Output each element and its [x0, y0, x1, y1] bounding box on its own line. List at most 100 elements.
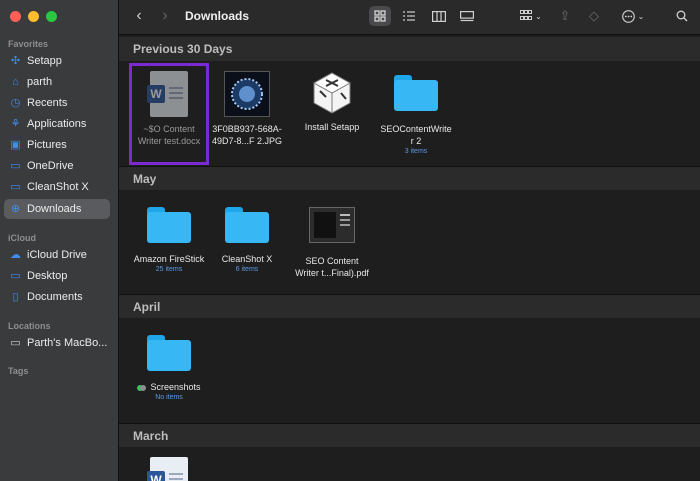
search-button[interactable]	[674, 6, 690, 26]
more-actions-button[interactable]: ⌄	[619, 6, 647, 26]
sidebar-item-label: parth	[27, 76, 53, 88]
file-name: ~$O Content Writer test.docx	[137, 124, 201, 146]
item-count: 25 items	[155, 266, 183, 273]
file-name: SEO Content Writer t...Final).pdf	[295, 256, 369, 278]
file-browser: Previous 30 Days W ~$O Content Writer tes…	[119, 35, 700, 481]
file-name: Amazon FireStick	[133, 254, 205, 264]
sidebar-item-label: Downloads	[27, 203, 82, 215]
file-item[interactable]: SEO Content Writer t...Final).pdf	[290, 207, 374, 279]
icon-view-button[interactable]	[369, 6, 391, 26]
zoom-window-button[interactable]	[46, 11, 57, 22]
sidebar-item-documents[interactable]: ▯ Documents	[4, 287, 110, 307]
column-view-button[interactable]	[429, 6, 449, 26]
file-name: 3F0BB937-568A- 49D7-8...F 2.JPG	[211, 124, 283, 146]
tag-button[interactable]: ◇	[585, 6, 603, 26]
forward-button[interactable]: ›	[157, 6, 173, 26]
sidebar-item-macbook[interactable]: ▭ Parth's MacBo...	[4, 333, 110, 353]
chevron-down-icon: ⌄	[535, 11, 542, 21]
group-icon	[520, 10, 533, 20]
download-icon: ⊕	[10, 202, 21, 215]
sidebar-section-icloud: iCloud	[8, 233, 36, 243]
sidebar-item-label: iCloud Drive	[27, 249, 87, 261]
folder-item[interactable]: Screenshots No items	[127, 335, 211, 403]
clock-icon: ◷	[10, 96, 21, 109]
folder-icon: ▭	[10, 180, 21, 193]
folder-item[interactable]: SEOContentWrite r 2 3 items	[374, 75, 458, 157]
sidebar: Favorites ✣ Setapp ⌂ parth ◷ Recents ⚘ Appli…	[0, 0, 119, 481]
window-title: Downloads	[185, 9, 250, 23]
chevron-left-icon: ‹	[136, 7, 142, 24]
tag-icon: ◇	[589, 8, 599, 23]
sidebar-item-parth[interactable]: ⌂ parth	[4, 72, 110, 92]
folder-icon	[147, 335, 191, 371]
gray-tag-icon	[140, 384, 147, 391]
share-icon: ⇪	[559, 8, 571, 23]
list-icon	[403, 11, 415, 21]
setapp-icon: ✣	[10, 54, 21, 67]
sidebar-item-icloud-drive[interactable]: ☁ iCloud Drive	[4, 245, 110, 265]
sidebar-item-label: Parth's MacBo...	[27, 337, 108, 349]
sidebar-item-desktop[interactable]: ▭ Desktop	[4, 266, 110, 286]
image-thumbnail	[224, 71, 270, 117]
search-icon	[676, 10, 688, 22]
close-window-button[interactable]	[10, 11, 21, 22]
chevron-down-icon: ⌄	[637, 11, 645, 21]
sidebar-section-tags: Tags	[8, 366, 29, 376]
sidebar-item-label: Applications	[27, 118, 87, 130]
sidebar-item-setapp[interactable]: ✣ Setapp	[4, 51, 110, 71]
group-header-march: March	[119, 423, 700, 447]
file-item[interactable]: W ~$O Content Writer test.docx	[127, 71, 211, 147]
sidebar-item-label: Setapp	[27, 55, 62, 67]
file-name: CleanShot X	[221, 254, 273, 264]
word-document-icon: W	[147, 457, 188, 481]
sidebar-item-label: Desktop	[27, 270, 68, 282]
group-by-button[interactable]: ⌄	[516, 6, 546, 26]
gallery-view-button[interactable]	[457, 6, 477, 26]
gallery-icon	[460, 10, 474, 21]
desktop-icon: ▭	[10, 269, 21, 282]
file-item[interactable]: W	[127, 457, 211, 481]
item-count: No items	[155, 394, 183, 401]
file-name: SEOContentWrite r 2	[380, 124, 452, 146]
sidebar-item-label: Documents	[27, 291, 83, 303]
sidebar-item-cleanshot[interactable]: ▭ CleanShot X	[4, 177, 110, 197]
sidebar-item-label: Recents	[27, 97, 68, 109]
group-header-previous-30-days: Previous 30 Days	[119, 37, 700, 61]
pdf-thumbnail	[309, 207, 355, 243]
sidebar-item-pictures[interactable]: ▣ Pictures	[4, 135, 110, 155]
applications-icon: ⚘	[10, 117, 21, 130]
document-icon: ▯	[12, 290, 19, 303]
ellipsis-circle-icon	[621, 9, 635, 23]
laptop-icon: ▭	[10, 336, 21, 349]
back-button[interactable]: ‹	[131, 6, 147, 26]
minimize-window-button[interactable]	[28, 11, 39, 22]
folder-item[interactable]: CleanShot X 6 items	[205, 207, 289, 275]
sidebar-item-recents[interactable]: ◷ Recents	[4, 93, 110, 113]
item-count: 3 items	[404, 148, 428, 155]
folder-icon: ▭	[10, 159, 21, 172]
setapp-package-icon	[310, 71, 354, 115]
folder-icon	[225, 207, 269, 243]
file-name: Screenshots	[127, 381, 211, 393]
columns-icon	[432, 10, 446, 22]
file-name: Install Setapp	[304, 122, 360, 132]
grid-icon	[374, 10, 386, 22]
file-item[interactable]: 3F0BB937-568A- 49D7-8...F 2.JPG	[205, 71, 289, 147]
folder-item[interactable]: Amazon FireStick 25 items	[127, 207, 211, 275]
window-controls	[10, 11, 57, 22]
sidebar-item-downloads[interactable]: ⊕ Downloads	[4, 199, 110, 219]
sidebar-item-label: CleanShot X	[27, 181, 89, 193]
sidebar-section-favorites: Favorites	[8, 39, 49, 49]
sidebar-item-onedrive[interactable]: ▭ OneDrive	[4, 156, 110, 176]
list-view-button[interactable]	[399, 6, 419, 26]
folder-icon	[394, 75, 438, 111]
word-document-icon: W	[147, 71, 188, 117]
sidebar-item-applications[interactable]: ⚘ Applications	[4, 114, 110, 134]
file-item[interactable]: Install Setapp	[290, 71, 374, 133]
toolbar: ‹ › Downloads ⌄ ⇪ ◇ ⌄	[119, 0, 700, 35]
pictures-icon: ▣	[10, 138, 21, 151]
item-count: 6 items	[235, 266, 259, 273]
share-button[interactable]: ⇪	[557, 6, 573, 26]
chevron-right-icon: ›	[162, 7, 168, 24]
folder-icon	[147, 207, 191, 243]
